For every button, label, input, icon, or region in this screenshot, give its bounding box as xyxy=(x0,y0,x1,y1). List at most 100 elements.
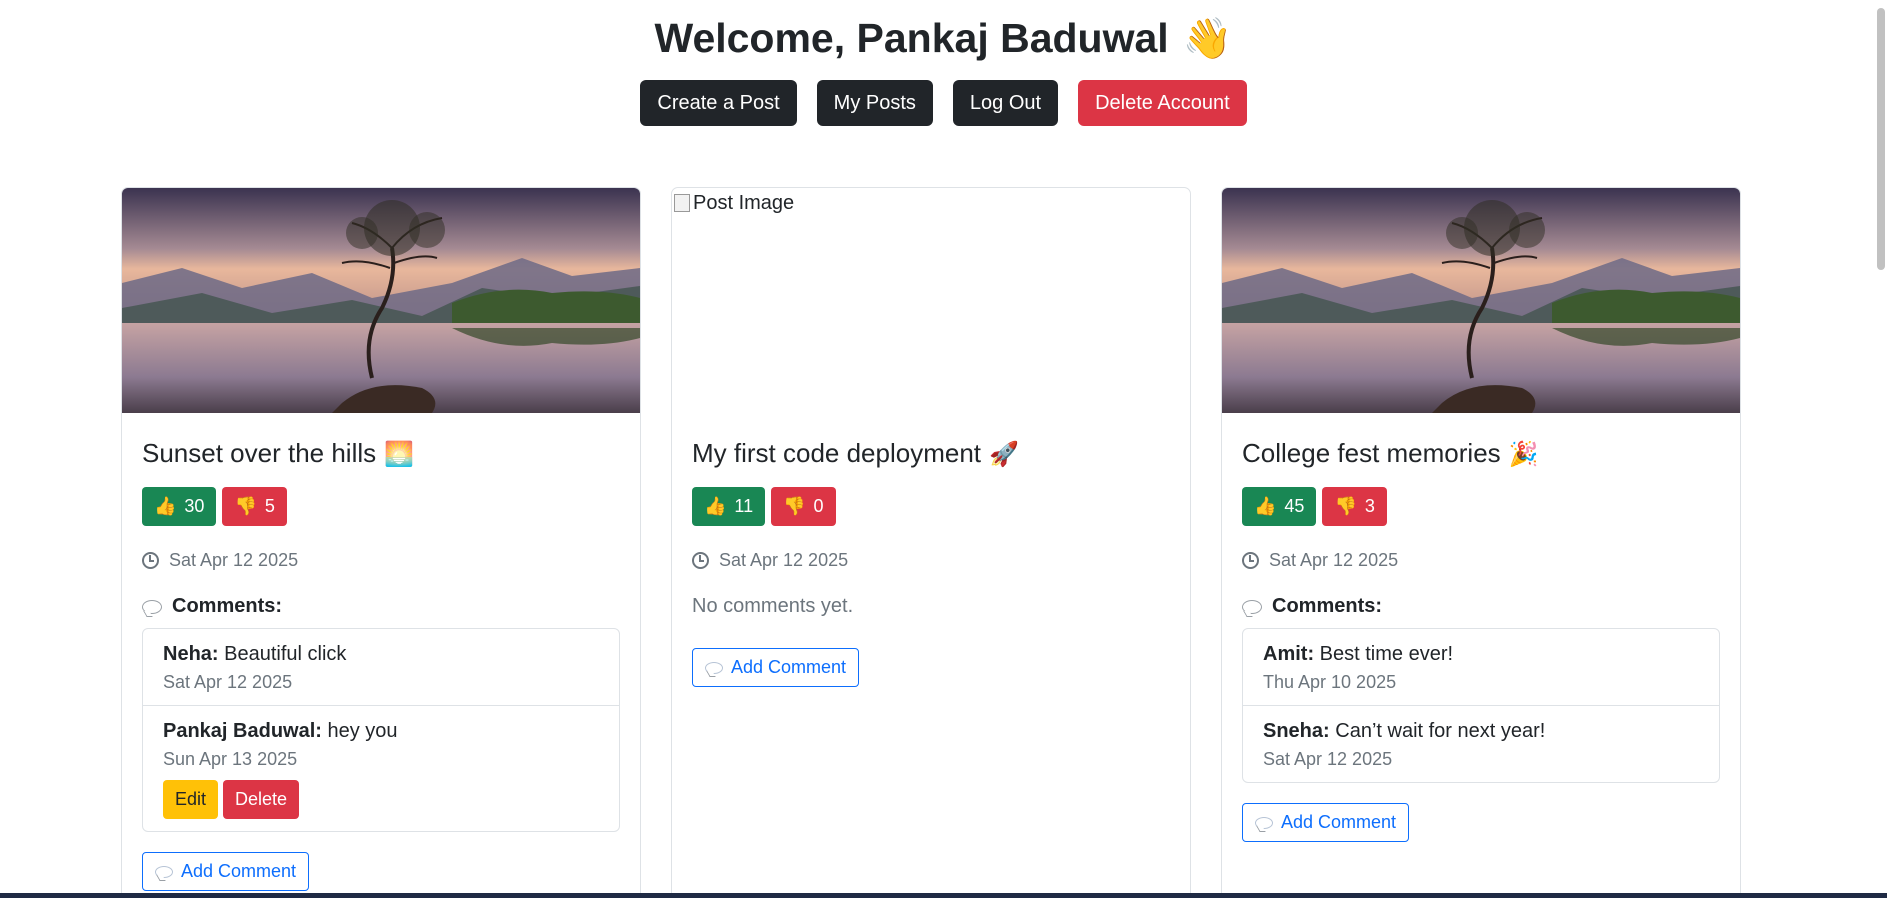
rocket-icon: 🚀 xyxy=(989,441,1019,468)
my-posts-button[interactable]: My Posts xyxy=(816,80,933,126)
add-comment-button[interactable]: Add Comment xyxy=(142,852,310,891)
comment-author: Pankaj Baduwal: xyxy=(163,720,322,742)
post-card: Post Image My first code deployment 🚀 👍 1… xyxy=(671,187,1191,898)
clock-icon xyxy=(142,552,159,569)
comment-date: Sun Apr 13 2025 xyxy=(163,749,298,769)
top-nav: Create a Post My Posts Log Out Delete Ac… xyxy=(0,80,1887,126)
speech-bubble-icon xyxy=(1255,816,1273,829)
comment-body: Beautiful click xyxy=(224,643,347,665)
landscape-image xyxy=(1222,188,1740,413)
thumbs-down-icon: 👎 xyxy=(1334,496,1357,516)
post-title: College fest memories 🎉 xyxy=(1242,435,1720,471)
vote-buttons: 👍 45 👎 3 xyxy=(1242,487,1720,526)
clock-icon xyxy=(692,552,709,569)
comments-heading-text: Comments: xyxy=(172,595,283,617)
add-comment-button[interactable]: Add Comment xyxy=(1242,803,1410,842)
post-title: Sunset over the hills 🌅 xyxy=(142,435,620,471)
comment-date: Sat Apr 12 2025 xyxy=(163,672,293,692)
post-date: Sat Apr 12 2025 xyxy=(1242,550,1720,571)
like-count: 30 xyxy=(184,496,205,516)
sunrise-icon: 🌅 xyxy=(384,441,415,468)
delete-comment-button[interactable]: Delete xyxy=(223,780,300,819)
post-title: My first code deployment 🚀 xyxy=(692,435,1170,471)
party-popper-icon: 🎉 xyxy=(1508,441,1539,468)
vote-buttons: 👍 30 👎 5 xyxy=(142,487,620,526)
comment-body: Best time ever! xyxy=(1319,643,1454,665)
add-comment-label: Add Comment xyxy=(731,657,847,677)
post-date: Sat Apr 12 2025 xyxy=(692,550,1170,571)
add-comment-label: Add Comment xyxy=(1281,812,1397,832)
edit-comment-button[interactable]: Edit xyxy=(163,780,219,819)
add-comment-button[interactable]: Add Comment xyxy=(692,648,860,687)
comment-body: Can’t wait for next year! xyxy=(1335,720,1546,742)
greeting-text: Welcome, Pankaj Baduwal xyxy=(654,15,1169,61)
create-post-button[interactable]: Create a Post xyxy=(640,80,797,126)
page-title: Welcome, Pankaj Baduwal 👋 xyxy=(0,12,1887,65)
dislike-count: 3 xyxy=(1364,496,1375,516)
comments-heading: Comments: xyxy=(142,595,620,618)
thumbs-up-icon: 👍 xyxy=(1254,496,1277,516)
speech-bubble-icon xyxy=(1242,599,1262,614)
like-button[interactable]: 👍 30 xyxy=(142,487,217,526)
post-image-broken: Post Image xyxy=(672,188,1190,413)
speech-bubble-icon xyxy=(705,661,723,674)
waving-hand-icon: 👋 xyxy=(1182,17,1233,61)
image-alt-text: Post Image xyxy=(693,192,795,214)
vertical-scrollbar[interactable] xyxy=(1875,0,1887,898)
speech-bubble-icon xyxy=(142,599,162,614)
clock-icon xyxy=(1242,552,1259,569)
dislike-button[interactable]: 👎 0 xyxy=(771,487,836,526)
like-count: 45 xyxy=(1284,496,1305,516)
delete-account-button[interactable]: Delete Account xyxy=(1078,80,1247,126)
post-image xyxy=(122,188,640,413)
comment-body: hey you xyxy=(327,720,398,742)
post-image xyxy=(1222,188,1740,413)
post-date-text: Sat Apr 12 2025 xyxy=(169,550,299,570)
comment-text: Amit: Best time ever! xyxy=(1263,643,1699,666)
like-button[interactable]: 👍 45 xyxy=(1242,487,1317,526)
scrollbar-thumb[interactable] xyxy=(1877,8,1885,270)
vote-buttons: 👍 11 👎 0 xyxy=(692,487,1170,526)
comment-list: Neha: Beautiful click Sat Apr 12 2025 Pa… xyxy=(142,628,620,832)
comment-text: Neha: Beautiful click xyxy=(163,643,599,666)
post-title-text: College fest memories xyxy=(1242,438,1501,468)
comment-text: Sneha: Can’t wait for next year! xyxy=(1263,720,1699,743)
thumbs-down-icon: 👎 xyxy=(234,496,257,516)
comments-heading-text: Comments: xyxy=(1272,595,1383,617)
post-card: College fest memories 🎉 👍 45 👎 3 Sat Apr … xyxy=(1221,187,1741,898)
like-button[interactable]: 👍 11 xyxy=(692,487,766,526)
post-date: Sat Apr 12 2025 xyxy=(142,550,620,571)
comment-item: Sneha: Can’t wait for next year! Sat Apr… xyxy=(1243,706,1719,782)
no-comments-text: No comments yet. xyxy=(692,595,854,617)
comment-text: Pankaj Baduwal: hey you xyxy=(163,720,599,743)
post-date-text: Sat Apr 12 2025 xyxy=(719,550,849,570)
comment-list: Amit: Best time ever! Thu Apr 10 2025 Sn… xyxy=(1242,628,1720,783)
comment-author: Neha: xyxy=(163,643,219,665)
post-title-text: Sunset over the hills xyxy=(142,438,377,468)
post-grid: Sunset over the hills 🌅 👍 30 👎 5 Sat Apr … xyxy=(121,187,1741,898)
dislike-button[interactable]: 👎 5 xyxy=(222,487,287,526)
log-out-button[interactable]: Log Out xyxy=(952,80,1059,126)
comment-item: Neha: Beautiful click Sat Apr 12 2025 xyxy=(143,629,619,706)
dislike-count: 0 xyxy=(813,496,824,516)
add-comment-label: Add Comment xyxy=(181,861,297,881)
comment-actions: Edit Delete xyxy=(163,780,599,819)
thumbs-up-icon: 👍 xyxy=(154,496,177,516)
thumbs-up-icon: 👍 xyxy=(704,496,727,516)
landscape-image xyxy=(122,188,640,413)
post-card: Sunset over the hills 🌅 👍 30 👎 5 Sat Apr … xyxy=(121,187,641,898)
comment-date: Sat Apr 12 2025 xyxy=(1263,749,1393,769)
post-title-text: My first code deployment xyxy=(692,438,982,468)
thumbs-down-icon: 👎 xyxy=(783,496,806,516)
post-date-text: Sat Apr 12 2025 xyxy=(1269,550,1399,570)
comment-author: Amit: xyxy=(1263,643,1315,665)
bottom-edge-bar xyxy=(0,893,1887,898)
dislike-button[interactable]: 👎 3 xyxy=(1322,487,1387,526)
broken-image-icon xyxy=(674,194,690,212)
dislike-count: 5 xyxy=(264,496,275,516)
speech-bubble-icon xyxy=(155,865,173,878)
comment-date: Thu Apr 10 2025 xyxy=(1263,672,1397,692)
comment-author: Sneha: xyxy=(1263,720,1330,742)
like-count: 11 xyxy=(734,496,754,516)
comment-item: Pankaj Baduwal: hey you Sun Apr 13 2025 … xyxy=(143,706,619,831)
